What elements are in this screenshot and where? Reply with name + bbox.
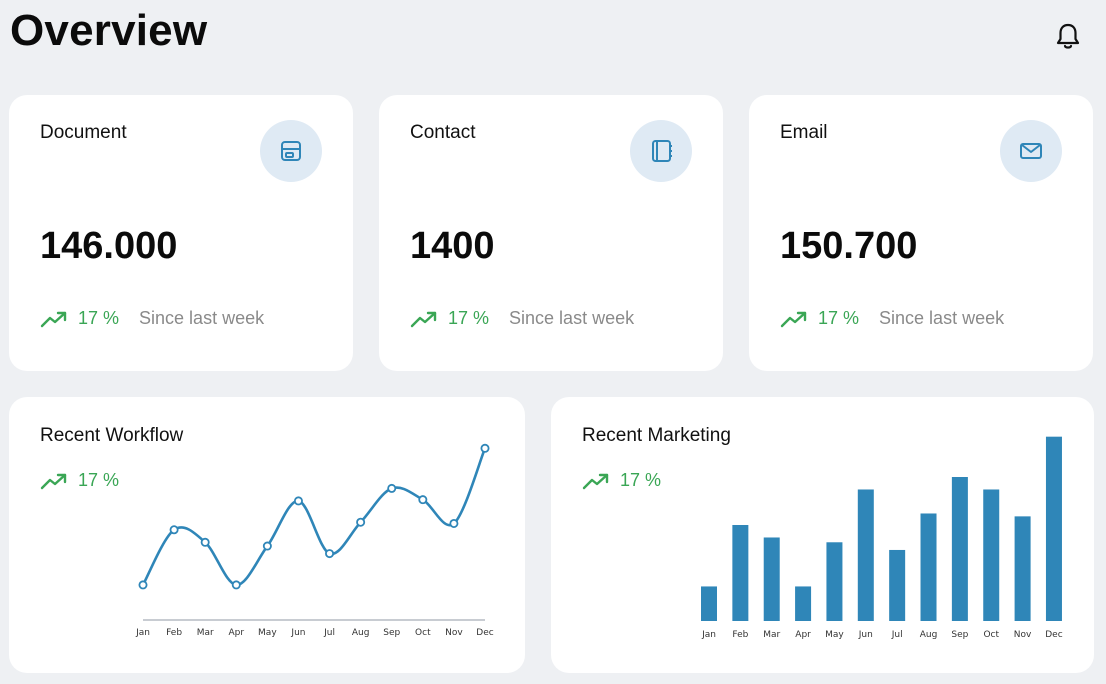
x-tick-mar: Mar — [763, 630, 780, 640]
x-tick-apr: Apr — [228, 628, 244, 638]
data-point-aug — [356, 517, 366, 527]
x-tick-jun: Jun — [858, 630, 873, 640]
data-point-dec — [480, 443, 490, 453]
trend-caption: Since last week — [139, 308, 265, 328]
x-tick-feb: Feb — [732, 630, 748, 640]
bar-sep — [951, 477, 968, 621]
bar-oct — [983, 489, 1000, 621]
stat-value: 1400 — [410, 225, 495, 267]
x-tick-may: May — [258, 628, 277, 638]
contact-icon-badge — [630, 120, 692, 182]
data-point-feb — [169, 525, 179, 535]
trend-percent: 17 % — [78, 308, 120, 328]
trend-caption: Since last week — [879, 308, 1005, 328]
data-point-oct — [418, 495, 428, 505]
data-point-sep — [387, 483, 397, 493]
email-icon-badge — [1000, 120, 1062, 182]
x-tick-apr: Apr — [795, 630, 811, 640]
trending-up-icon — [780, 311, 807, 327]
contact-book-icon — [652, 140, 672, 162]
data-point-apr — [231, 580, 241, 590]
stat-value: 150.700 — [780, 225, 918, 267]
recent-marketing-card[interactable]: Recent Marketing 17 % Jan Feb Mar Apr May Jun… — [551, 397, 1094, 673]
x-tick-oct: Oct — [415, 628, 431, 638]
bar-jul — [889, 549, 906, 621]
bar-jun — [857, 489, 874, 621]
data-point-nov — [449, 518, 459, 528]
recent-workflow-card[interactable]: Recent Workflow 17 % Jan Feb Mar Apr May Jun J… — [9, 397, 525, 673]
data-point-may — [262, 541, 272, 551]
stat-value: 146.000 — [40, 225, 178, 267]
x-tick-jan: Jan — [701, 630, 716, 640]
x-tick-sep: Sep — [951, 630, 968, 640]
x-tick-oct: Oct — [983, 630, 999, 640]
data-point-jan — [138, 580, 148, 590]
email-stat-card[interactable]: Email 150.700 17 % Since last week — [749, 95, 1093, 371]
x-tick-aug: Aug — [920, 630, 938, 640]
bar-feb — [732, 525, 749, 621]
x-tick-nov: Nov — [445, 628, 463, 638]
stat-label: Document — [40, 122, 127, 143]
mail-icon — [1020, 143, 1042, 159]
x-tick-jan: Jan — [135, 628, 150, 638]
document-icon-badge — [260, 120, 322, 182]
bar-apr — [795, 586, 812, 621]
data-point-mar — [200, 537, 210, 547]
x-tick-mar: Mar — [197, 628, 214, 638]
bar-dec — [1045, 436, 1062, 621]
x-tick-nov: Nov — [1014, 630, 1032, 640]
bar-may — [826, 542, 843, 621]
series-line — [141, 447, 487, 587]
x-tick-jun: Jun — [290, 628, 305, 638]
x-tick-aug: Aug — [352, 628, 370, 638]
x-tick-jul: Jul — [891, 630, 903, 640]
x-tick-dec: Dec — [1045, 630, 1062, 640]
bar-nov — [1014, 516, 1031, 621]
document-stat-card[interactable]: Document 146.000 17 % Since last week — [9, 95, 353, 371]
bar-mar — [763, 537, 780, 621]
bar-aug — [920, 513, 937, 621]
workflow-line-chart: Jan Feb Mar Apr May Jun Jul Aug Sep Oct Nov Dec — [135, 443, 494, 638]
trend-percent: 17 % — [818, 308, 860, 328]
bar-jan — [701, 586, 717, 621]
trending-up-icon — [40, 311, 67, 327]
contact-stat-card[interactable]: Contact 1400 17 % Since last week — [379, 95, 723, 371]
x-tick-dec: Dec — [476, 628, 493, 638]
document-icon — [281, 141, 301, 161]
stat-trend: 17 % Since last week — [780, 308, 1004, 329]
stat-label: Email — [780, 122, 828, 143]
x-tick-sep: Sep — [383, 628, 400, 638]
page-title: Overview — [10, 6, 208, 55]
stat-trend: 17 % Since last week — [410, 308, 634, 329]
data-point-jul — [325, 549, 335, 559]
stat-label: Contact — [410, 122, 476, 143]
data-point-jun — [293, 496, 303, 506]
x-tick-jul: Jul — [323, 628, 335, 638]
x-tick-feb: Feb — [166, 628, 182, 638]
marketing-bar-chart: Jan Feb Mar Apr May Jun Jul Aug Sep Oct Nov Dec — [701, 436, 1063, 640]
x-tick-may: May — [825, 630, 844, 640]
bell-icon — [1056, 23, 1080, 49]
trend-percent: 17 % — [448, 308, 490, 328]
stat-trend: 17 % Since last week — [40, 308, 264, 329]
notifications-button[interactable] — [1050, 18, 1086, 54]
trending-up-icon — [410, 311, 437, 327]
trend-caption: Since last week — [509, 308, 635, 328]
